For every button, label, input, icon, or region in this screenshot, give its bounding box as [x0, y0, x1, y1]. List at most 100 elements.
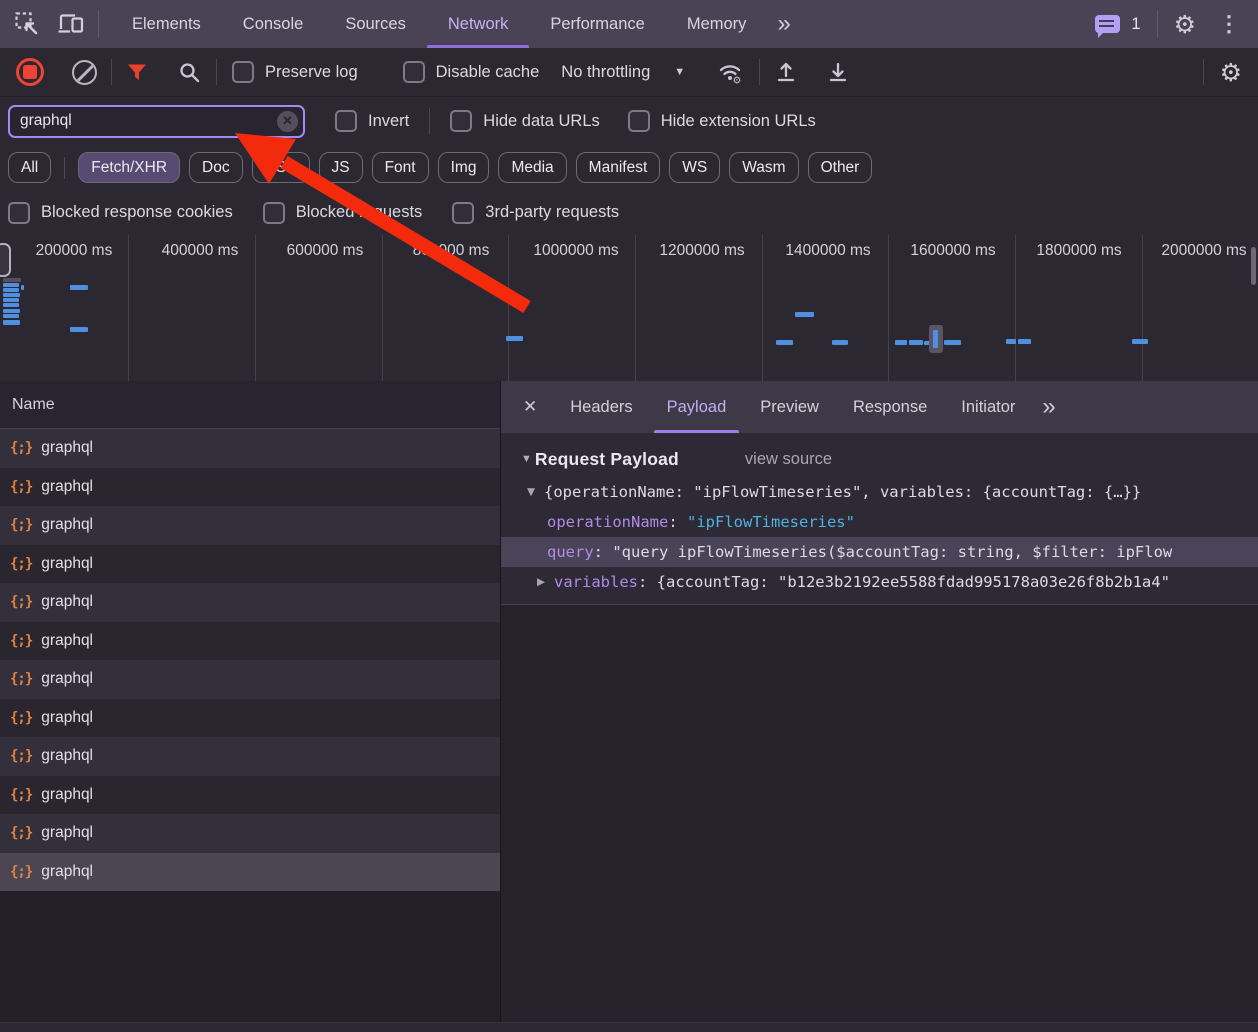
import-har-icon[interactable] — [774, 60, 798, 84]
more-tabs-icon[interactable]: » — [767, 12, 800, 36]
record-network-log-button[interactable] — [16, 58, 44, 86]
waterfall-bar[interactable] — [795, 312, 814, 317]
blocked-response-cookies-checkbox[interactable]: Blocked response cookies — [8, 202, 233, 224]
filter-chip-doc[interactable]: Doc — [189, 152, 243, 183]
request-payload-section[interactable]: ▼ Request Payload view source — [501, 441, 1258, 477]
toggle-device-toolbar-icon[interactable] — [56, 11, 86, 37]
waterfall-bar[interactable] — [70, 327, 88, 332]
tab-performance[interactable]: Performance — [529, 0, 665, 48]
details-tab-initiator[interactable]: Initiator — [944, 381, 1032, 433]
table-row[interactable]: {;}graphql — [0, 776, 500, 815]
filter-chip-manifest[interactable]: Manifest — [576, 152, 661, 183]
waterfall-bar[interactable] — [3, 298, 19, 302]
network-overview-timeline[interactable]: 200000 ms400000 ms600000 ms800000 ms1000… — [0, 235, 1258, 382]
details-tab-preview[interactable]: Preview — [743, 381, 836, 433]
filter-chip-img[interactable]: Img — [438, 152, 490, 183]
tab-network[interactable]: Network — [427, 0, 530, 48]
payload-entry-query[interactable]: query: "query ipFlowTimeseries($accountT… — [501, 537, 1258, 567]
more-details-tabs-icon[interactable]: » — [1032, 395, 1065, 419]
table-row-selected[interactable]: {;}graphql — [0, 853, 500, 892]
invert-checkbox[interactable]: Invert — [335, 110, 409, 132]
table-row[interactable]: {;}graphql — [0, 545, 500, 584]
search-icon[interactable] — [178, 61, 201, 84]
table-row[interactable]: {;}graphql — [0, 814, 500, 853]
blocked-requests-checkbox[interactable]: Blocked requests — [263, 202, 423, 224]
waterfall-bar[interactable] — [909, 340, 923, 345]
waterfall-bar[interactable] — [3, 283, 19, 287]
table-row[interactable]: {;}graphql — [0, 506, 500, 545]
waterfall-bar[interactable] — [506, 336, 523, 341]
hide-data-urls-checkbox[interactable]: Hide data URLs — [450, 110, 599, 132]
table-row[interactable]: {;}graphql — [0, 699, 500, 738]
hide-extension-urls-checkbox[interactable]: Hide extension URLs — [628, 110, 816, 132]
clear-network-log-icon[interactable] — [72, 60, 97, 85]
3rd-party-requests-checkbox[interactable]: 3rd-party requests — [452, 202, 619, 224]
filter-funnel-icon[interactable] — [126, 61, 148, 83]
view-source-link[interactable]: view source — [745, 450, 832, 469]
inspect-element-icon[interactable] — [14, 11, 40, 37]
table-row[interactable]: {;}graphql — [0, 660, 500, 699]
waterfall-bar[interactable] — [1132, 339, 1148, 344]
tab-memory[interactable]: Memory — [666, 0, 768, 48]
waterfall-bar[interactable] — [3, 288, 19, 292]
waterfall-bar[interactable] — [3, 320, 20, 325]
disable-cache-checkbox[interactable]: Disable cache — [403, 61, 540, 83]
filter-chip-css[interactable]: CSS — [252, 152, 310, 183]
tab-elements[interactable]: Elements — [111, 0, 222, 48]
waterfall-bar[interactable] — [944, 340, 961, 345]
network-settings-gear-icon[interactable]: ⚙ — [1220, 60, 1242, 85]
waterfall-bar[interactable] — [895, 340, 907, 345]
settings-gear-icon[interactable]: ⚙ — [1174, 12, 1196, 37]
waterfall-bar[interactable] — [21, 285, 24, 290]
filter-chip-font[interactable]: Font — [372, 152, 429, 183]
close-details-icon[interactable]: ✕ — [501, 397, 553, 417]
waterfall-bar[interactable] — [3, 293, 20, 297]
waterfall-bar[interactable] — [1006, 339, 1016, 344]
timeline-drag-handle[interactable] — [0, 243, 11, 277]
section-collapse-icon: ▼ — [521, 453, 532, 465]
payload-summary-line[interactable]: ▼{operationName: "ipFlowTimeseries", var… — [501, 477, 1258, 507]
table-row[interactable]: {;}graphql — [0, 737, 500, 776]
filter-chip-all[interactable]: All — [8, 152, 51, 183]
details-tab-payload[interactable]: Payload — [650, 381, 744, 433]
waterfall-bar[interactable] — [933, 330, 938, 348]
table-row[interactable]: {;}graphql — [0, 468, 500, 507]
filter-chip-media[interactable]: Media — [498, 152, 566, 183]
network-conditions-icon[interactable]: ⚙ — [715, 59, 745, 85]
throttling-select[interactable]: No throttling ▼ — [561, 63, 685, 82]
divider — [1157, 11, 1158, 37]
filter-chip-ws[interactable]: WS — [669, 152, 720, 183]
table-row[interactable]: {;}graphql — [0, 622, 500, 661]
filter-chip-other[interactable]: Other — [808, 152, 873, 183]
name-column-header[interactable]: Name — [0, 381, 500, 429]
waterfall-bar[interactable] — [832, 340, 848, 345]
waterfall-bar[interactable] — [3, 278, 21, 282]
details-tab-response[interactable]: Response — [836, 381, 944, 433]
waterfall-bar[interactable] — [3, 303, 19, 307]
filter-chip-fetch-xhr[interactable]: Fetch/XHR — [78, 152, 180, 183]
timeline-scrollbar-thumb[interactable] — [1251, 247, 1256, 285]
request-name: graphql — [41, 709, 93, 727]
waterfall-bar[interactable] — [1018, 339, 1031, 344]
payload-entry-variables[interactable]: ▶variables: {accountTag: "b12e3b2192ee55… — [501, 567, 1258, 597]
export-har-icon[interactable] — [826, 60, 850, 84]
tab-sources[interactable]: Sources — [324, 0, 427, 48]
clear-filter-icon[interactable]: ✕ — [277, 111, 298, 132]
waterfall-bar[interactable] — [776, 340, 793, 345]
tab-console[interactable]: Console — [222, 0, 325, 48]
filter-chip-wasm[interactable]: Wasm — [729, 152, 798, 183]
waterfall-bar[interactable] — [3, 314, 19, 318]
filter-chip-js[interactable]: JS — [319, 152, 363, 183]
table-row[interactable]: {;}graphql — [0, 583, 500, 622]
details-tab-headers[interactable]: Headers — [553, 381, 649, 433]
waterfall-bar[interactable] — [70, 285, 88, 290]
filter-input[interactable] — [8, 105, 305, 138]
customize-menu-icon[interactable]: ⋮ — [1218, 13, 1240, 35]
payload-entry-operationname[interactable]: operationName: "ipFlowTimeseries" — [501, 507, 1258, 537]
request-name: graphql — [41, 478, 93, 496]
timeline-tick-label: 200000 ms — [36, 242, 113, 260]
waterfall-bar[interactable] — [3, 309, 20, 313]
preserve-log-checkbox[interactable]: Preserve log — [232, 61, 358, 83]
table-row[interactable]: {;}graphql — [0, 429, 500, 468]
issues-icon[interactable] — [1095, 15, 1127, 33]
